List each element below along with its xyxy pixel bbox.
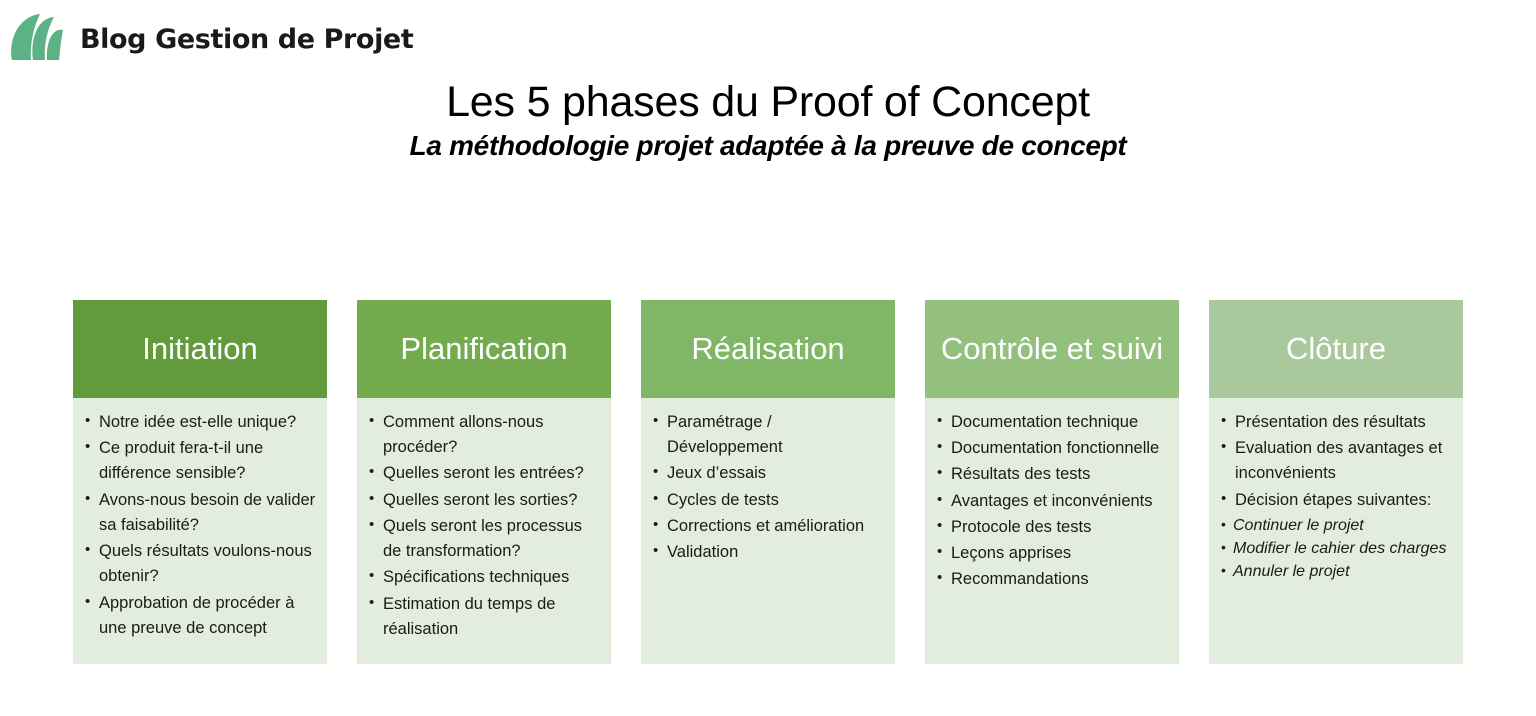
phase-card: Clôture Présentation des résultatsEvaluat… <box>1209 300 1463 664</box>
phase-bullet-list: Comment allons-nous procéder?Quelles ser… <box>367 410 601 642</box>
phase-bullet-item: Avantages et inconvénients <box>935 489 1169 514</box>
phase-bullet-item: Documentation fonctionnelle <box>935 436 1169 461</box>
brand-name: Blog Gestion de Projet <box>80 23 414 55</box>
phase-body: Comment allons-nous procéder?Quelles ser… <box>357 398 611 664</box>
phase-bullet-list: Documentation techniqueDocumentation fon… <box>935 410 1169 593</box>
phase-card: Contrôle et suivi Documentation technique… <box>925 300 1179 664</box>
page-title: Les 5 phases du Proof of Concept <box>446 78 1090 126</box>
phase-bullet-item: Corrections et amélioration <box>651 514 885 539</box>
phase-subbullet-item: Modifier le cahier des charges <box>1221 537 1453 560</box>
phase-bullet-item: Comment allons-nous procéder? <box>367 410 601 460</box>
phase-bullet-item: Ce produit fera-t-il une différence sens… <box>83 436 317 486</box>
phase-bullet-item: Décision étapes suivantes: <box>1219 488 1453 513</box>
phase-header: Clôture <box>1209 300 1463 398</box>
phase-bullet-list: Notre idée est-elle unique?Ce produit fe… <box>83 410 317 641</box>
phase-bullet-item: Quels seront les processus de transforma… <box>367 514 601 564</box>
page-subtitle: La méthodologie projet adaptée à la preu… <box>409 130 1127 162</box>
phase-header: Réalisation <box>641 300 895 398</box>
phase-bullet-item: Quelles seront les entrées? <box>367 461 601 486</box>
phase-bullet-item: Avons-nous besoin de valider sa faisabil… <box>83 488 317 538</box>
phase-body: Documentation techniqueDocumentation fon… <box>925 398 1179 664</box>
phase-bullet-list: Présentation des résultatsEvaluation des… <box>1219 410 1453 513</box>
phase-bullet-item: Evaluation des avantages et inconvénient… <box>1219 436 1453 486</box>
phase-bullet-item: Spécifications techniques <box>367 565 601 590</box>
phase-bullet-item: Paramétrage / Développement <box>651 410 885 460</box>
phase-subbullet-item: Continuer le projet <box>1221 514 1453 537</box>
phase-body: Présentation des résultatsEvaluation des… <box>1209 398 1463 664</box>
phase-bullet-item: Jeux d’essais <box>651 461 885 486</box>
phase-title: Clôture <box>1286 331 1386 367</box>
phase-bullet-item: Présentation des résultats <box>1219 410 1453 435</box>
title-block: Les 5 phases du Proof of Concept La méth… <box>0 78 1536 162</box>
phase-title: Réalisation <box>691 331 845 367</box>
phase-bullet-item: Recommandations <box>935 567 1169 592</box>
phase-card: Planification Comment allons-nous procéde… <box>357 300 611 664</box>
phase-bullet-item: Approbation de procéder à une preuve de … <box>83 591 317 641</box>
phase-bullet-item: Documentation technique <box>935 410 1169 435</box>
phase-bullet-item: Protocole des tests <box>935 515 1169 540</box>
phase-bullet-item: Validation <box>651 540 885 565</box>
phase-bullet-item: Quelles seront les sorties? <box>367 488 601 513</box>
phase-title: Planification <box>400 331 568 367</box>
phase-body: Notre idée est-elle unique?Ce produit fe… <box>73 398 327 664</box>
phase-title: Initiation <box>142 331 258 367</box>
phase-bullet-item: Quels résultats voulons-nous obtenir? <box>83 539 317 589</box>
phase-bullet-item: Estimation du temps de réalisation <box>367 592 601 642</box>
phase-card: Réalisation Paramétrage / DéveloppementJe… <box>641 300 895 664</box>
phase-bullet-item: Résultats des tests <box>935 462 1169 487</box>
phase-card-row: Initiation Notre idée est-elle unique?Ce … <box>73 300 1463 664</box>
phase-bullet-item: Notre idée est-elle unique? <box>83 410 317 435</box>
phase-bullet-item: Leçons apprises <box>935 541 1169 566</box>
phase-header: Planification <box>357 300 611 398</box>
phase-bullet-list: Paramétrage / DéveloppementJeux d’essais… <box>651 410 885 565</box>
phase-subbullet-item: Annuler le projet <box>1221 560 1453 583</box>
phase-subbullet-list: Continuer le projetModifier le cahier de… <box>1219 514 1453 584</box>
phase-card: Initiation Notre idée est-elle unique?Ce … <box>73 300 327 664</box>
brand-header: Blog Gestion de Projet <box>6 8 414 70</box>
phase-body: Paramétrage / DéveloppementJeux d’essais… <box>641 398 895 664</box>
leaf-logo-icon <box>6 8 68 70</box>
phase-title: Contrôle et suivi <box>940 331 1164 367</box>
phase-header: Contrôle et suivi <box>925 300 1179 398</box>
phase-header: Initiation <box>73 300 327 398</box>
phase-bullet-item: Cycles de tests <box>651 488 885 513</box>
